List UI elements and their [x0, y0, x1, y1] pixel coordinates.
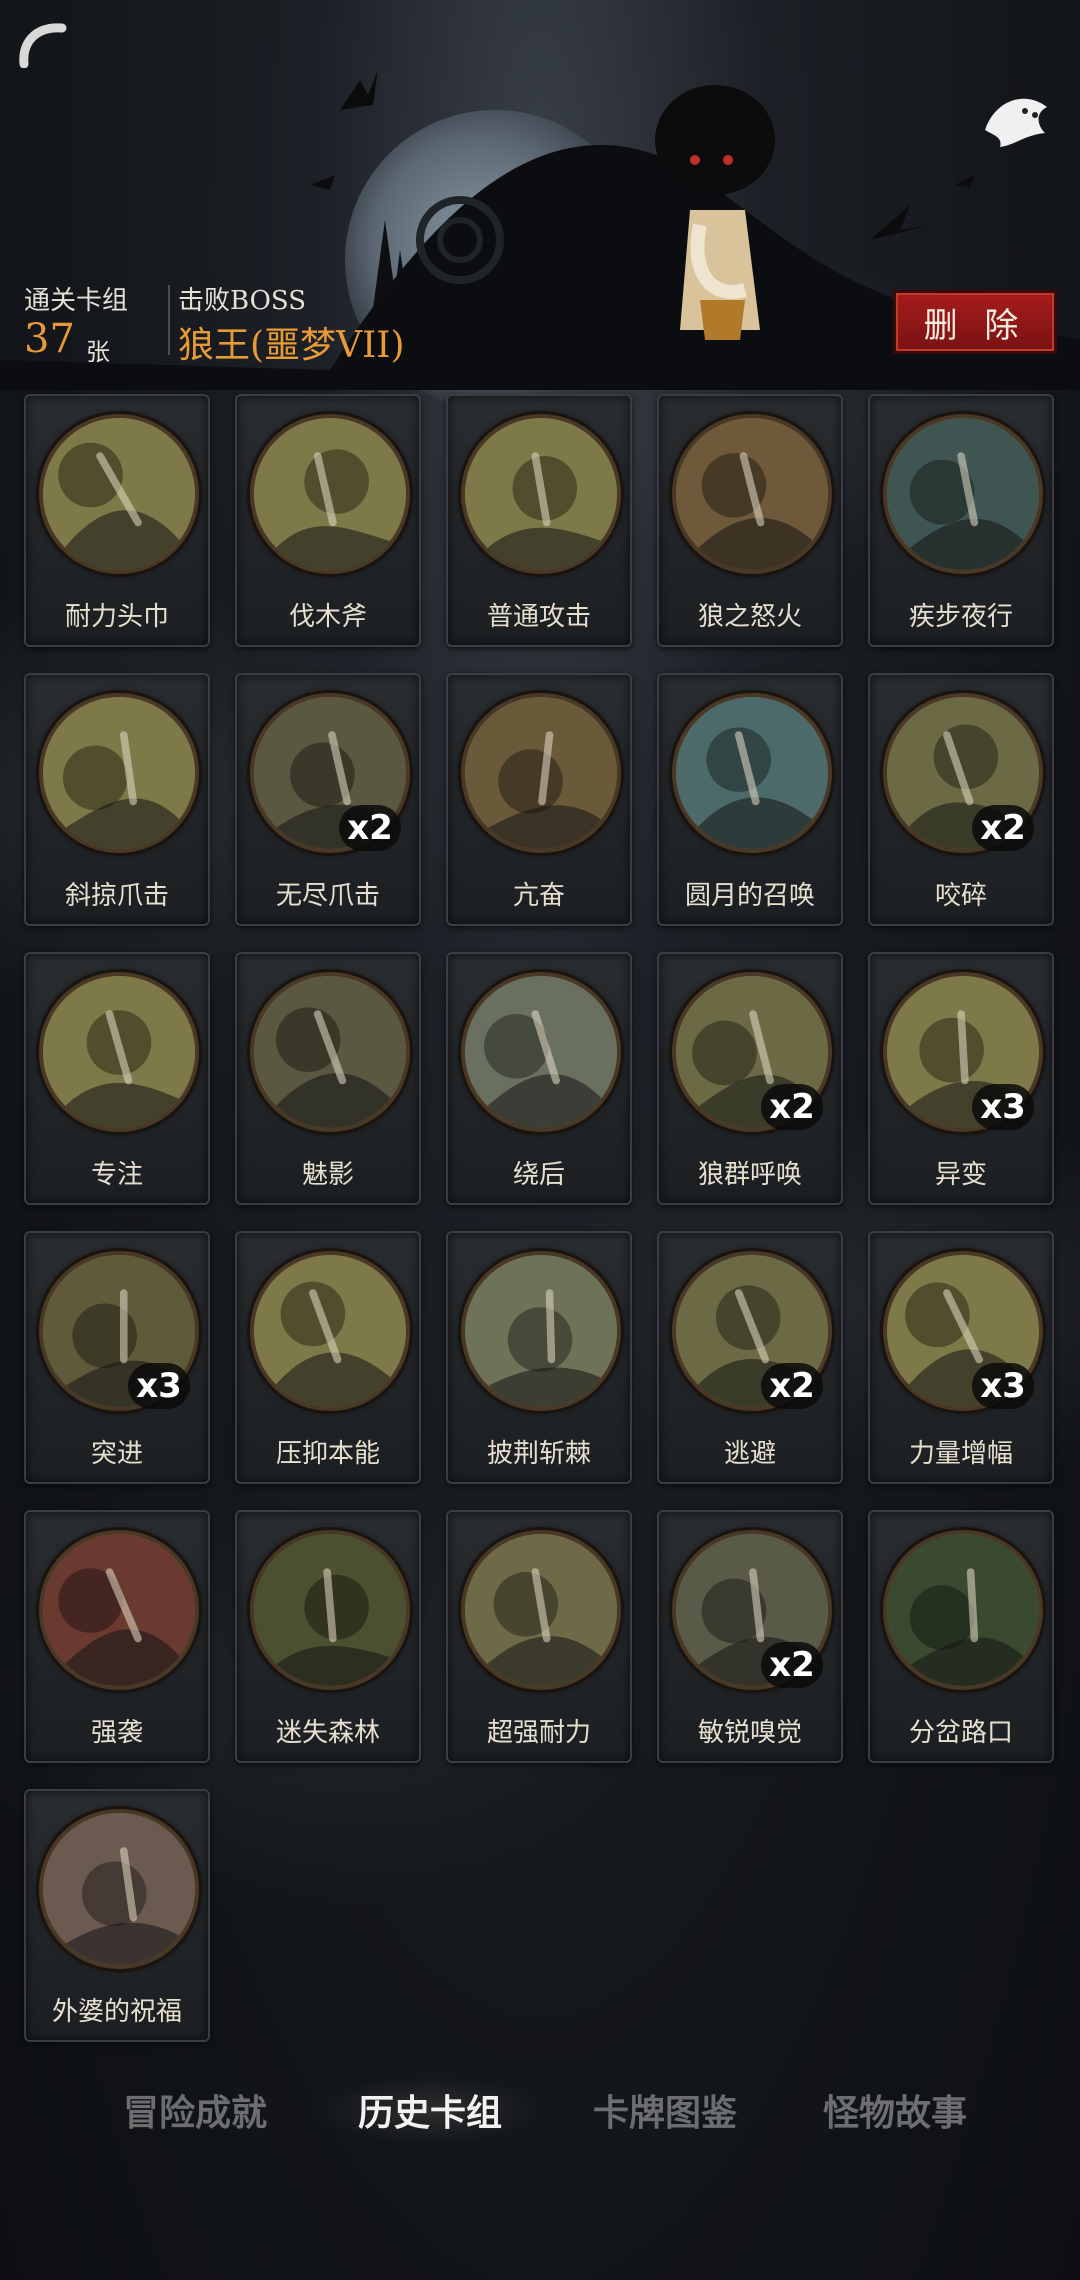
boss-label: 击败BOSS [178, 286, 307, 316]
full-moon-icon [672, 693, 832, 853]
bandana-icon [39, 414, 199, 574]
card-name: 普通攻击 [486, 602, 591, 632]
card-item[interactable]: x2 狼群呼唤 [657, 952, 843, 1205]
super-stamina-icon [461, 1530, 621, 1690]
card-name: 敏锐嗅觉 [697, 1718, 802, 1748]
back-icon[interactable] [16, 16, 68, 68]
card-item[interactable]: 强袭 [24, 1510, 210, 1763]
card-name: 亢奋 [512, 881, 565, 911]
card-name: 超强耐力 [486, 1718, 591, 1748]
card-item[interactable]: 圆月的召唤 [657, 673, 843, 926]
card-item[interactable]: x3 力量增幅 [868, 1231, 1054, 1484]
card-name: 魅影 [301, 1160, 354, 1190]
card-name: 伐木斧 [288, 602, 367, 632]
card-name: 斜掠爪击 [64, 881, 169, 911]
card-name: 专注 [90, 1160, 143, 1190]
card-item[interactable]: 疾步夜行 [868, 394, 1054, 647]
axe-icon [250, 414, 410, 574]
card-name: 绕后 [512, 1160, 565, 1190]
deck-label: 通关卡组 [24, 286, 129, 316]
night-walk-icon [883, 414, 1043, 574]
card-count-badge: x2 [761, 1363, 823, 1409]
deck-unit: 张 [86, 338, 110, 366]
flank-icon [461, 972, 621, 1132]
card-item[interactable]: x2 无尽爪击 [235, 673, 421, 926]
card-name: 外婆的祝福 [51, 1997, 182, 2027]
card-item[interactable]: x2 敏锐嗅觉 [657, 1510, 843, 1763]
thorn-cut-icon [461, 1251, 621, 1411]
tab-history-deck[interactable]: 历史卡组 [315, 2075, 545, 2145]
card-item[interactable]: 魅影 [235, 952, 421, 1205]
card-count-badge: x3 [972, 1363, 1034, 1409]
card-count-badge: x2 [761, 1642, 823, 1688]
card-item[interactable]: x2 逃避 [657, 1231, 843, 1484]
card-name: 突进 [90, 1439, 143, 1469]
bottom-tabs: 冒险成就 历史卡组 卡牌图鉴 怪物故事 [0, 2075, 1080, 2145]
card-count-badge: x3 [128, 1363, 190, 1409]
card-item[interactable]: 超强耐力 [446, 1510, 632, 1763]
phantom-icon [250, 972, 410, 1132]
card-item[interactable]: 普通攻击 [446, 394, 632, 647]
card-item[interactable]: 分岔路口 [868, 1510, 1054, 1763]
tab-card-codex[interactable]: 卡牌图鉴 [555, 2075, 775, 2145]
card-count-badge: x2 [972, 805, 1034, 851]
card-item[interactable]: x3 异变 [868, 952, 1054, 1205]
card-item[interactable]: 耐力头巾 [24, 394, 210, 647]
card-item[interactable]: 披荆斩棘 [446, 1231, 632, 1484]
tab-monster-stories[interactable]: 怪物故事 [790, 2075, 1000, 2145]
card-name: 圆月的召唤 [684, 881, 815, 911]
crossroad-icon [883, 1530, 1043, 1690]
deck-count: 37 [24, 316, 75, 362]
card-item[interactable]: 外婆的祝福 [24, 1789, 210, 2042]
card-item[interactable]: 狼之怒火 [657, 394, 843, 647]
wizard-icon [39, 972, 199, 1132]
card-item[interactable]: 斜掠爪击 [24, 673, 210, 926]
card-name: 疾步夜行 [908, 602, 1013, 632]
tab-achievements[interactable]: 冒险成就 [90, 2075, 300, 2145]
card-item[interactable]: 伐木斧 [235, 394, 421, 647]
delete-button[interactable]: 删 除 [893, 290, 1057, 354]
card-item[interactable]: x2 咬碎 [868, 673, 1054, 926]
card-name: 无尽爪击 [275, 881, 380, 911]
card-grid: 耐力头巾 伐木斧 普通攻击 狼之怒火 疾步夜行 斜掠爪击 x2 无尽爪击 亢奋 [24, 394, 1060, 2042]
axe-swing-icon [461, 414, 621, 574]
assault-icon [39, 1530, 199, 1690]
card-name: 披荆斩棘 [486, 1439, 591, 1469]
grandma-blessing-icon [39, 1809, 199, 1969]
card-name: 压抑本能 [275, 1439, 380, 1469]
werewolf-frenzy-icon [461, 693, 621, 853]
card-name: 狼之怒火 [697, 602, 802, 632]
card-name: 迷失森林 [275, 1718, 380, 1748]
card-name: 异变 [934, 1160, 987, 1190]
stat-divider [168, 285, 170, 355]
wolf-rage-icon [672, 414, 832, 574]
card-item[interactable]: 压抑本能 [235, 1231, 421, 1484]
card-count-badge: x3 [972, 1084, 1034, 1130]
card-name: 咬碎 [934, 881, 987, 911]
card-name: 逃避 [723, 1439, 776, 1469]
card-name: 狼群呼唤 [697, 1160, 802, 1190]
card-count-badge: x2 [339, 805, 401, 851]
card-item[interactable]: x3 突进 [24, 1231, 210, 1484]
card-name: 分岔路口 [908, 1718, 1013, 1748]
suppress-icon [250, 1251, 410, 1411]
card-item[interactable]: 专注 [24, 952, 210, 1205]
card-item[interactable]: 迷失森林 [235, 1510, 421, 1763]
lost-forest-icon [250, 1530, 410, 1690]
claw-slash-icon [39, 693, 199, 853]
card-item[interactable]: 绕后 [446, 952, 632, 1205]
card-name: 力量增幅 [908, 1439, 1013, 1469]
card-name: 强袭 [90, 1718, 143, 1748]
boss-name: 狼王(噩梦VII) [178, 325, 405, 366]
card-count-badge: x2 [761, 1084, 823, 1130]
ghost-icon[interactable] [975, 85, 1055, 155]
card-name: 耐力头巾 [64, 602, 169, 632]
card-item[interactable]: 亢奋 [446, 673, 632, 926]
